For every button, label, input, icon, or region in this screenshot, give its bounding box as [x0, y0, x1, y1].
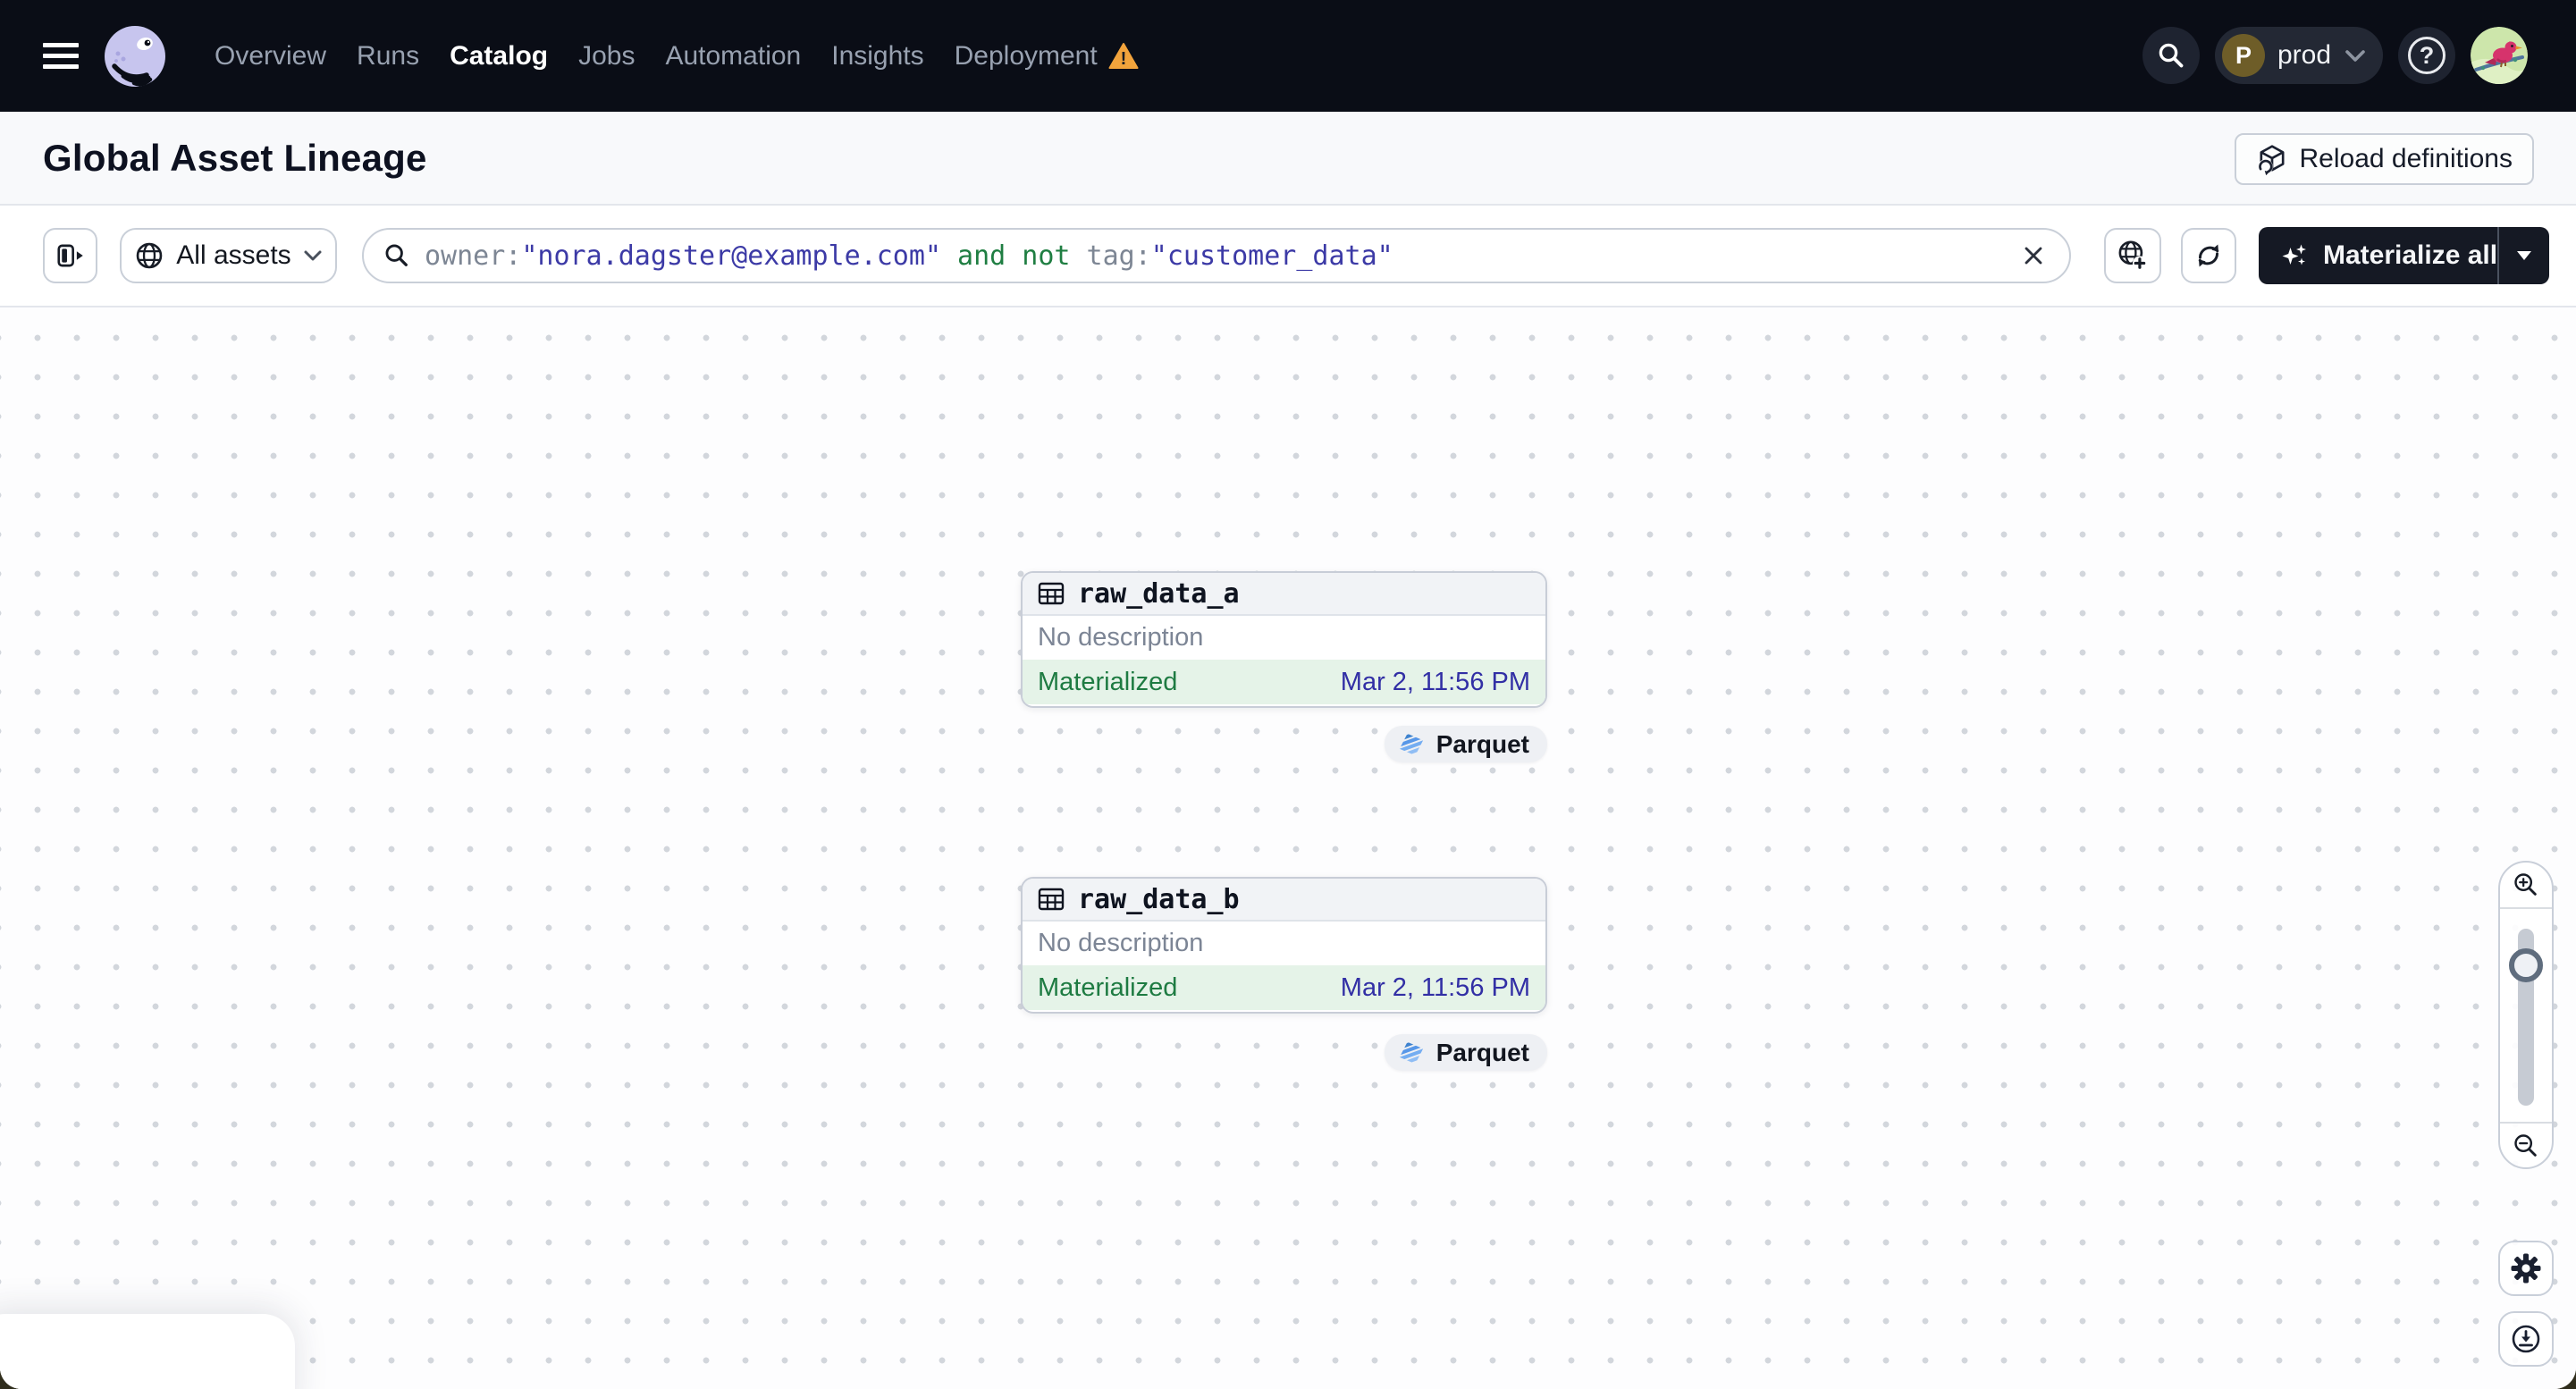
query-value: "customer_data"	[1150, 240, 1393, 272]
table-icon	[1038, 582, 1065, 605]
query-key: tag:	[1086, 240, 1151, 272]
zoom-slider-handle[interactable]	[2509, 948, 2543, 982]
environment-name: prod	[2277, 40, 2331, 70]
sparkles-icon	[2282, 244, 2306, 265]
storage-kind-tag-raw-data-b[interactable]: Parquet	[1384, 1034, 1547, 1071]
refresh-graph-button[interactable]	[2181, 228, 2236, 283]
dagster-logo-icon[interactable]	[103, 24, 167, 88]
environment-switcher[interactable]: P prod	[2214, 27, 2383, 84]
warning-icon: !	[1108, 42, 1139, 69]
asset-status-row: Materialized Mar 2, 11:56 PM	[1023, 965, 1545, 1010]
nav-right-cluster: P prod ?	[2142, 27, 2528, 84]
globe-add-icon	[2118, 240, 2147, 271]
parquet-icon	[1396, 729, 1426, 758]
asset-name: raw_data_b	[1078, 883, 1240, 915]
asset-search-input[interactable]: owner:"nora.dagster@example.com" and not…	[362, 228, 2071, 283]
storage-kind-tag-raw-data-a[interactable]: Parquet	[1384, 726, 1547, 762]
zoom-slider[interactable]	[2500, 909, 2552, 1122]
download-icon	[2512, 1325, 2540, 1353]
nav-item-overview[interactable]: Overview	[215, 41, 326, 72]
asset-description: No description	[1038, 623, 1204, 652]
asset-name: raw_data_a	[1078, 577, 1240, 610]
nav-item-deployment[interactable]: Deployment !	[955, 41, 1139, 72]
clear-search-button[interactable]	[2016, 238, 2051, 274]
clear-x-icon	[2025, 247, 2042, 265]
asset-status-row: Materialized Mar 2, 11:56 PM	[1023, 660, 1545, 704]
dagster-app-window: Overview Runs Catalog Jobs Automation In…	[0, 0, 2576, 1389]
query-key: owner:	[425, 240, 522, 272]
reload-definitions-button[interactable]: Reload definitions	[2234, 133, 2534, 185]
user-avatar[interactable]	[2471, 27, 2528, 84]
chevron-down-icon	[304, 250, 322, 261]
search-icon	[2159, 43, 2184, 68]
materialized-timestamp: Mar 2, 11:56 PM	[1340, 972, 1530, 1002]
materialized-timestamp: Mar 2, 11:56 PM	[1340, 667, 1530, 696]
download-graph-button[interactable]	[2498, 1311, 2554, 1367]
menu-icon[interactable]	[43, 43, 79, 69]
bird-avatar-icon	[2471, 27, 2528, 84]
chevron-down-icon	[2516, 251, 2531, 260]
zoom-in-icon	[2514, 873, 2537, 896]
materialize-all-button[interactable]: Materialize all	[2259, 227, 2497, 284]
nav-item-automation[interactable]: Automation	[665, 41, 801, 72]
gear-icon	[2511, 1253, 2541, 1284]
lineage-toolbar: All assets owner:"nora.dagster@example.c…	[0, 206, 2576, 307]
materialize-all-label: Materialize all	[2323, 240, 2498, 270]
help-icon: ?	[2408, 37, 2446, 74]
asset-node-raw-data-b[interactable]: raw_data_b No description Materialized M…	[1021, 877, 1547, 1014]
zoom-out-button[interactable]	[2500, 1124, 2552, 1167]
nav-item-catalog[interactable]: Catalog	[450, 41, 548, 72]
asset-scope-label: All assets	[176, 240, 291, 270]
storage-kind-label: Parquet	[1435, 729, 1529, 758]
graph-settings-button[interactable]	[2498, 1241, 2554, 1296]
help-button[interactable]: ?	[2398, 27, 2455, 84]
select-scope-button[interactable]	[2104, 228, 2161, 283]
top-nav-bar: Overview Runs Catalog Jobs Automation In…	[0, 0, 2576, 112]
page-title: Global Asset Lineage	[43, 136, 427, 179]
query-operator: and not	[940, 240, 1087, 272]
chevron-down-icon	[2345, 50, 2365, 62]
asset-node-header: raw_data_a	[1023, 573, 1545, 616]
nav-item-insights[interactable]: Insights	[831, 41, 923, 72]
materialized-status: Materialized	[1038, 972, 1178, 1002]
environment-initial-badge: P	[2221, 34, 2265, 77]
refresh-icon	[2198, 244, 2219, 267]
materialize-options-button[interactable]	[2499, 227, 2549, 284]
search-query-text: owner:"nora.dagster@example.com" and not…	[425, 240, 2001, 272]
storage-kind-label: Parquet	[1435, 1038, 1529, 1066]
globe-icon	[137, 242, 163, 269]
lineage-graph-canvas[interactable]: raw_data_a No description Materialized M…	[0, 307, 2576, 1389]
materialized-status: Materialized	[1038, 667, 1178, 696]
parquet-icon	[1396, 1038, 1426, 1066]
zoom-in-button[interactable]	[2500, 863, 2552, 907]
asset-node-header: raw_data_b	[1023, 879, 1545, 922]
zoom-control	[2498, 861, 2554, 1169]
table-icon	[1038, 888, 1065, 911]
asset-description: No description	[1038, 929, 1204, 957]
asset-node-raw-data-a[interactable]: raw_data_a No description Materialized M…	[1021, 571, 1547, 708]
reload-definitions-label: Reload definitions	[2299, 144, 2513, 173]
expand-left-panel-button[interactable]	[43, 228, 97, 283]
asset-scope-dropdown[interactable]: All assets	[120, 228, 337, 283]
nav-item-jobs[interactable]: Jobs	[578, 41, 635, 72]
materialize-all-button-group: Materialize all	[2259, 227, 2549, 284]
search-icon	[385, 244, 408, 266]
global-search-button[interactable]	[2142, 27, 2200, 84]
reload-definitions-icon	[2257, 145, 2284, 175]
svg-text:!: !	[1120, 49, 1126, 69]
nav-item-runs[interactable]: Runs	[357, 41, 419, 72]
main-nav: Overview Runs Catalog Jobs Automation In…	[215, 41, 1139, 72]
query-value: "nora.dagster@example.com"	[521, 240, 941, 272]
expand-panel-icon	[56, 244, 83, 267]
page-header: Global Asset Lineage Reload definitions	[0, 112, 2576, 206]
zoom-out-icon	[2514, 1133, 2537, 1157]
bottom-left-panel-edge	[0, 1314, 295, 1389]
